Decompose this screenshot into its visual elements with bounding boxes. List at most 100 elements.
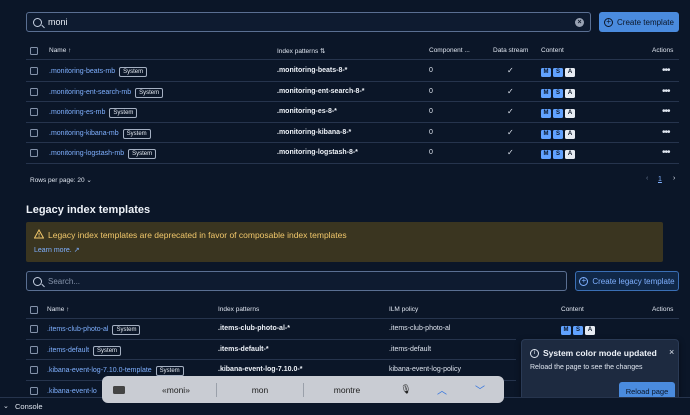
close-icon[interactable]: ×	[669, 347, 674, 357]
row-checkbox[interactable]	[30, 128, 38, 137]
row-checkbox[interactable]	[30, 386, 38, 395]
toast-title: System color mode updated	[543, 348, 657, 358]
search-icon	[33, 17, 42, 27]
legacy-search[interactable]: Search...	[26, 271, 567, 291]
system-badge: System	[155, 366, 184, 376]
system-badge: System	[122, 128, 151, 139]
aliases-chip: A	[565, 129, 575, 139]
legacy-search-input[interactable]: Search...	[48, 277, 560, 286]
suggestion-3[interactable]: montre	[304, 385, 390, 395]
table-row: .kibana-event-lo	[47, 386, 97, 395]
template-name-link[interactable]: .monitoring-beats-mb	[49, 68, 115, 75]
system-badge: System	[135, 87, 164, 98]
keyboard-icon[interactable]	[102, 385, 136, 394]
table-row: .monitoring-es-mb System	[49, 107, 138, 118]
content-chips: MSA	[541, 87, 577, 98]
select-all-checkbox[interactable]	[30, 47, 38, 55]
component-count: 0	[429, 67, 433, 74]
microphone-icon[interactable]: 🎙	[390, 384, 422, 395]
actions-menu-icon[interactable]: •••	[662, 107, 670, 117]
index-pattern: .monitoring-ent-search-8-*	[277, 87, 365, 95]
legacy-template-name-link[interactable]: .kibana-event-lo	[47, 388, 97, 395]
legacy-col-name[interactable]: Name ↑	[47, 306, 69, 313]
content-chips: MSA	[561, 324, 597, 335]
row-checkbox[interactable]	[30, 345, 38, 354]
suggestion-2[interactable]: mon	[217, 385, 303, 395]
actions-menu-icon[interactable]: •••	[662, 127, 670, 137]
table-row: .monitoring-kibana-mb System	[49, 128, 151, 139]
create-legacy-template-button[interactable]: + Create legacy template	[575, 271, 679, 291]
ilm-policy: kibana-event-log-policy	[389, 366, 461, 373]
mappings-chip: M	[541, 150, 551, 159]
table-row: .monitoring-logstash-mb System	[49, 148, 157, 159]
suggestion-1[interactable]: «moni»	[136, 385, 216, 395]
legacy-title: Legacy index templates	[26, 204, 151, 216]
rows-per-page[interactable]: Rows per page: 20 ⌄	[30, 176, 92, 184]
next-page-icon[interactable]: ›	[673, 175, 675, 182]
clear-icon[interactable]: ×	[575, 17, 584, 27]
table-row: .monitoring-ent-search-mb System	[49, 87, 164, 98]
col-data-stream[interactable]: Data stream	[493, 47, 528, 54]
actions-menu-icon[interactable]: •••	[662, 66, 670, 76]
col-actions: Actions	[652, 47, 674, 54]
mappings-chip: M	[541, 109, 551, 118]
settings-chip: S	[553, 68, 563, 77]
ilm-policy: .items-default	[389, 345, 432, 353]
settings-chip: S	[553, 150, 563, 159]
legacy-template-name-link[interactable]: .kibana-event-log-7.10.0-template	[47, 367, 152, 374]
template-name-link[interactable]: .monitoring-logstash-mb	[49, 150, 124, 157]
templates-search[interactable]: moni ×	[26, 12, 591, 32]
row-checkbox[interactable]	[30, 87, 38, 96]
chevron-down-icon[interactable]: ﹀	[462, 382, 498, 397]
aliases-chip: A	[565, 109, 575, 118]
col-name[interactable]: Name ↑	[49, 47, 71, 54]
legacy-template-name-link[interactable]: .items-club-photo-al	[47, 326, 108, 333]
prev-page-icon[interactable]: ‹	[646, 175, 648, 182]
template-name-link[interactable]: .monitoring-es-mb	[49, 109, 105, 116]
legacy-select-all-checkbox[interactable]	[30, 306, 38, 314]
console-label: Console	[15, 402, 43, 411]
index-pattern: .items-default-*	[218, 345, 269, 353]
create-template-button[interactable]: + Create template	[599, 12, 679, 32]
learn-more-link[interactable]: Learn more. ↗	[34, 246, 80, 254]
actions-menu-icon[interactable]: •••	[662, 148, 670, 158]
sort-icon: ⇅	[320, 48, 326, 55]
sort-up-icon: ↑	[66, 306, 70, 313]
legacy-col-actions: Actions	[652, 306, 674, 313]
legacy-col-ilm[interactable]: ILM policy	[389, 306, 418, 313]
plus-icon: +	[604, 17, 614, 27]
legacy-col-content: Content	[561, 306, 584, 313]
page-1[interactable]: 1	[658, 176, 662, 183]
content-chips: MSA	[541, 107, 577, 118]
template-name-link[interactable]: .monitoring-ent-search-mb	[49, 89, 131, 96]
mappings-chip: M	[541, 68, 551, 77]
aliases-chip: A	[565, 88, 575, 98]
component-count: 0	[429, 108, 433, 115]
row-checkbox[interactable]	[30, 149, 38, 157]
template-name-link[interactable]: .monitoring-kibana-mb	[49, 130, 119, 137]
system-badge: System	[93, 345, 122, 356]
actions-menu-icon[interactable]: •••	[662, 86, 670, 96]
index-pattern: .monitoring-es-8-*	[277, 108, 337, 115]
chevron-up-icon[interactable]: ︿	[422, 382, 462, 397]
row-checkbox[interactable]	[30, 366, 38, 374]
settings-chip: S	[553, 88, 563, 98]
row-checkbox[interactable]	[30, 67, 38, 75]
legacy-template-name-link[interactable]: .items-default	[47, 347, 89, 354]
system-badge: System	[128, 149, 157, 159]
check-icon: ✓	[507, 107, 514, 116]
index-pattern: .monitoring-kibana-8-*	[277, 128, 352, 136]
search-icon	[33, 276, 42, 286]
row-checkbox[interactable]	[30, 108, 38, 116]
mappings-chip: M	[541, 88, 551, 98]
content-chips: MSA	[541, 66, 577, 77]
search-input[interactable]: moni	[48, 17, 575, 27]
legacy-col-index-patterns[interactable]: Index patterns	[218, 306, 259, 313]
col-index-patterns[interactable]: Index patterns ⇅	[277, 47, 325, 55]
row-checkbox[interactable]	[30, 325, 38, 333]
table-row: .items-default System	[47, 345, 122, 356]
check-icon: ✓	[507, 86, 514, 96]
col-component[interactable]: Component ...	[429, 47, 470, 54]
settings-chip: S	[553, 109, 563, 118]
callout-text: Legacy index templates are deprecated in…	[48, 230, 347, 240]
